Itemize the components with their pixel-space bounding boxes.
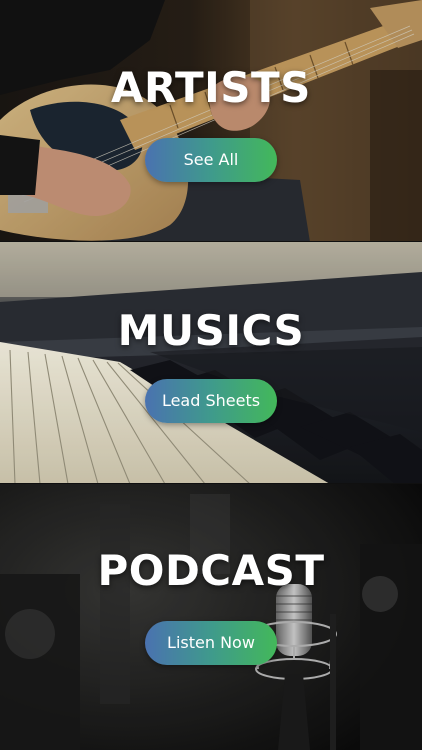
microphone-photo [0,484,422,750]
piano-keys-photo [0,242,422,484]
listen-now-button[interactable]: Listen Now [145,621,277,665]
musics-title: MUSICS [117,306,305,355]
lead-sheets-button[interactable]: Lead Sheets [145,379,277,423]
artists-section[interactable]: ARTISTS See All [0,0,422,242]
home-screen: ARTISTS See All MUSICS Lead Sheets PODCA… [0,0,422,750]
guitar-player-photo [0,0,422,242]
musics-section[interactable]: MUSICS Lead Sheets [0,242,422,484]
see-all-button[interactable]: See All [145,138,277,182]
artists-title: ARTISTS [111,63,311,112]
podcast-section[interactable]: PODCAST Listen Now [0,484,422,750]
podcast-title: PODCAST [97,546,325,595]
